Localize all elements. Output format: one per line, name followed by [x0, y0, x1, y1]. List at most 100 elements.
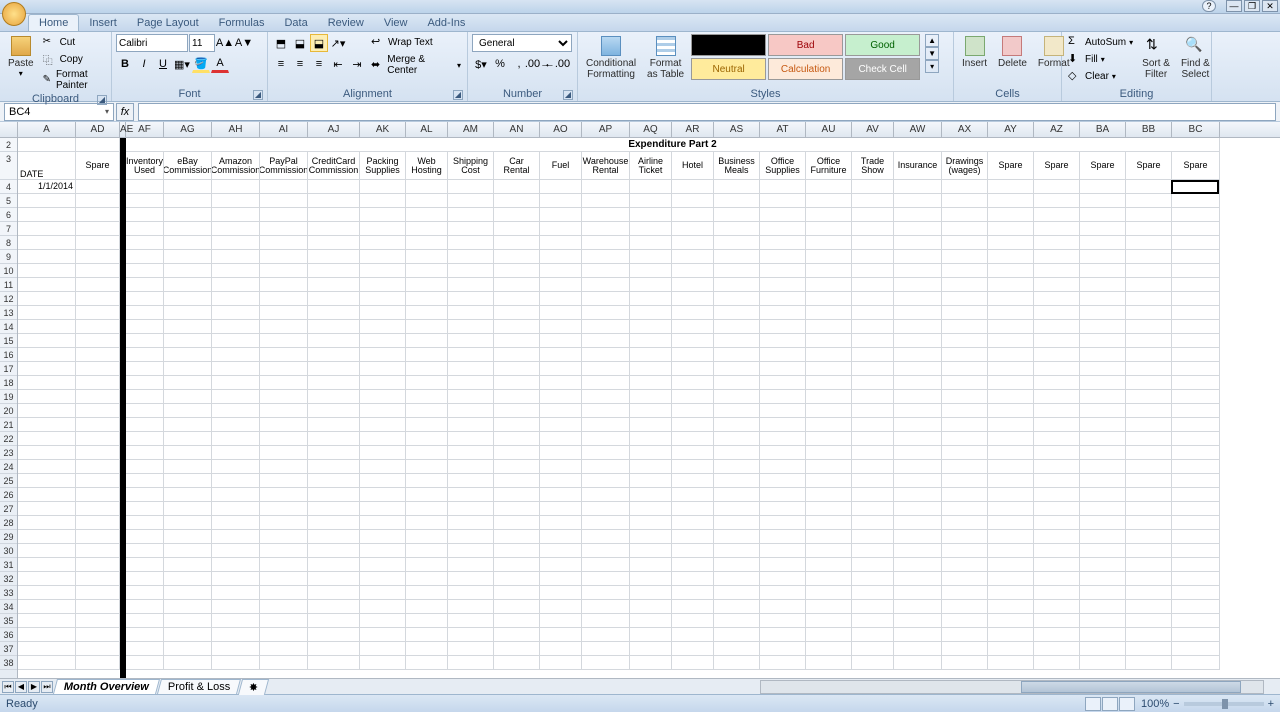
data-cell[interactable] [894, 516, 942, 530]
data-cell[interactable] [852, 320, 894, 334]
data-cell[interactable] [1126, 544, 1172, 558]
data-cell[interactable] [942, 208, 988, 222]
data-cell[interactable] [540, 390, 582, 404]
data-cell[interactable] [714, 614, 760, 628]
data-cell[interactable] [852, 614, 894, 628]
data-cell[interactable] [308, 544, 360, 558]
data-cell[interactable] [760, 334, 806, 348]
data-cell[interactable] [672, 376, 714, 390]
data-cell[interactable] [540, 642, 582, 656]
data-cell[interactable] [672, 642, 714, 656]
data-cell[interactable] [1172, 418, 1220, 432]
data-cell[interactable] [126, 558, 164, 572]
fx-button[interactable]: fx [116, 103, 134, 121]
data-cell[interactable] [360, 530, 406, 544]
data-cell[interactable] [852, 432, 894, 446]
data-cell[interactable] [1126, 194, 1172, 208]
data-cell[interactable] [448, 362, 494, 376]
data-cell[interactable] [894, 558, 942, 572]
data-cell[interactable] [942, 460, 988, 474]
data-cell[interactable] [988, 544, 1034, 558]
data-cell[interactable] [406, 460, 448, 474]
data-cell[interactable] [126, 362, 164, 376]
data-cell[interactable] [260, 544, 308, 558]
data-cell[interactable] [406, 320, 448, 334]
data-cell[interactable] [448, 180, 494, 194]
data-cell[interactable] [18, 306, 76, 320]
data-cell[interactable] [18, 390, 76, 404]
data-cell[interactable] [76, 250, 120, 264]
row-header[interactable]: 24 [0, 460, 17, 474]
data-cell[interactable] [540, 222, 582, 236]
data-cell[interactable] [494, 334, 540, 348]
data-cell[interactable] [894, 488, 942, 502]
data-cell[interactable] [988, 320, 1034, 334]
data-cell[interactable] [942, 558, 988, 572]
data-cell[interactable] [406, 586, 448, 600]
data-cell[interactable] [540, 334, 582, 348]
column-header[interactable]: AM [448, 122, 494, 137]
data-cell[interactable] [582, 390, 630, 404]
data-cell[interactable] [540, 488, 582, 502]
data-cell[interactable] [1126, 264, 1172, 278]
data-cell[interactable] [806, 250, 852, 264]
data-cell[interactable] [126, 460, 164, 474]
data-cell[interactable] [126, 180, 164, 194]
data-cell[interactable] [360, 348, 406, 362]
row-header[interactable]: 29 [0, 530, 17, 544]
row-header[interactable]: 36 [0, 628, 17, 642]
data-cell[interactable] [852, 656, 894, 670]
data-cell[interactable] [360, 194, 406, 208]
format-as-table-button[interactable]: Format as Table [643, 34, 688, 82]
data-cell[interactable] [308, 614, 360, 628]
data-cell[interactable] [852, 180, 894, 194]
data-cell[interactable] [308, 208, 360, 222]
data-cell[interactable] [360, 418, 406, 432]
data-cell[interactable] [852, 306, 894, 320]
data-cell[interactable] [360, 446, 406, 460]
formula-input[interactable] [138, 103, 1276, 121]
data-cell[interactable] [76, 194, 120, 208]
data-cell[interactable] [540, 460, 582, 474]
data-cell[interactable] [1080, 264, 1126, 278]
underline-button[interactable]: U [154, 55, 172, 73]
data-cell[interactable] [1080, 558, 1126, 572]
data-cell[interactable] [582, 460, 630, 474]
data-cell[interactable] [540, 530, 582, 544]
data-cell[interactable] [1172, 502, 1220, 516]
data-cell[interactable] [582, 278, 630, 292]
data-cell[interactable] [942, 334, 988, 348]
data-cell[interactable] [18, 404, 76, 418]
data-cell[interactable] [672, 586, 714, 600]
data-cell[interactable] [852, 208, 894, 222]
data-cell[interactable] [494, 600, 540, 614]
column-header[interactable]: AF [126, 122, 164, 137]
data-cell[interactable] [1080, 418, 1126, 432]
data-cell[interactable] [18, 236, 76, 250]
data-cell[interactable] [1034, 642, 1080, 656]
data-cell[interactable] [18, 642, 76, 656]
data-cell[interactable] [672, 418, 714, 432]
data-cell[interactable] [1080, 236, 1126, 250]
data-cell[interactable] [406, 348, 448, 362]
data-cell[interactable] [630, 306, 672, 320]
data-cell[interactable] [894, 614, 942, 628]
data-cell[interactable] [714, 502, 760, 516]
data-cell[interactable] [360, 278, 406, 292]
data-cell[interactable] [672, 558, 714, 572]
data-cell[interactable] [852, 390, 894, 404]
data-cell[interactable] [360, 502, 406, 516]
data-cell[interactable] [714, 516, 760, 530]
column-header[interactable]: AQ [630, 122, 672, 137]
data-cell[interactable] [406, 572, 448, 586]
data-cell[interactable] [76, 236, 120, 250]
data-cell[interactable] [630, 656, 672, 670]
data-cell[interactable] [988, 250, 1034, 264]
data-cell[interactable] [760, 460, 806, 474]
data-cell[interactable] [1126, 572, 1172, 586]
data-cell[interactable] [630, 572, 672, 586]
bold-button[interactable]: B [116, 55, 134, 73]
data-cell[interactable] [126, 292, 164, 306]
data-cell[interactable] [18, 208, 76, 222]
data-cell[interactable] [494, 292, 540, 306]
